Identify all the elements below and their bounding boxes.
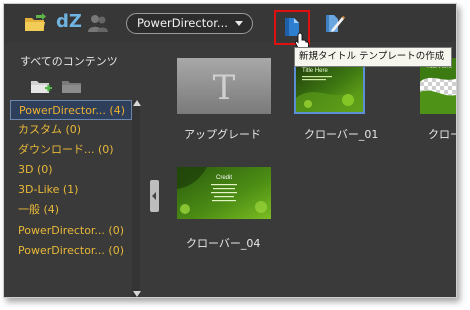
template-thumbnail-clover-04[interactable]: Credit xyxy=(177,167,271,219)
template-label: アップグレード xyxy=(184,128,261,141)
new-folder-icon[interactable] xyxy=(30,78,52,94)
category-item[interactable]: PowerDirector... (4) xyxy=(10,100,132,121)
chevron-down-icon xyxy=(235,21,243,26)
edit-template-icon[interactable] xyxy=(323,13,345,33)
user-account-icon[interactable] xyxy=(87,13,109,33)
category-item[interactable]: ダウンロード... (0) xyxy=(10,140,132,160)
thumbnail-text: Credit xyxy=(216,175,232,181)
scroll-up-icon[interactable] xyxy=(133,100,141,106)
collapse-sidebar-handle[interactable] xyxy=(150,180,159,212)
category-item[interactable]: 一般 (4) xyxy=(10,200,132,220)
category-item[interactable]: PowerDirector... (0) xyxy=(10,241,132,261)
folder-icon[interactable] xyxy=(61,78,83,94)
category-item[interactable]: 3D-Like (1) xyxy=(10,180,132,200)
dz-logo-icon[interactable]: dZ xyxy=(56,11,82,32)
template-label: クロー xyxy=(428,128,456,141)
category-scrollbar[interactable] xyxy=(132,100,140,297)
template-label: クローバー_01 xyxy=(304,128,379,141)
template-thumbnail-upgrade[interactable]: T xyxy=(177,58,271,114)
library-dropdown-value: PowerDirector... xyxy=(137,16,228,30)
toolbar: dZ PowerDirector... xyxy=(4,4,456,45)
thumbnail-text: T xyxy=(213,68,236,108)
sidebar-title: すべてのコンテンツ xyxy=(20,55,118,68)
library-dropdown[interactable]: PowerDirector... xyxy=(126,13,253,34)
category-item[interactable]: PowerDirector... (0) xyxy=(10,221,132,241)
thumbnail-text: Title Here xyxy=(302,68,328,74)
title-designer-window: dZ PowerDirector... 新規タイトル テンプレートの作成 すべて… xyxy=(3,3,457,298)
category-sidebar: すべてのコンテンツ PowerDirector... (4) カスタム (0) … xyxy=(4,42,141,297)
template-label: クローバー_04 xyxy=(186,237,261,250)
category-list: PowerDirector... (4) カスタム (0) ダウンロード... … xyxy=(10,100,132,261)
category-item[interactable]: 3D (0) xyxy=(10,160,132,180)
template-grid: T アップグレード Title Here クローバー_01 Title Here… xyxy=(164,42,456,297)
scroll-down-icon[interactable] xyxy=(133,291,141,297)
new-title-template-tooltip: 新規タイトル テンプレートの作成 xyxy=(294,47,452,67)
category-item[interactable]: カスタム (0) xyxy=(10,120,132,140)
folder-import-icon[interactable] xyxy=(24,13,46,33)
